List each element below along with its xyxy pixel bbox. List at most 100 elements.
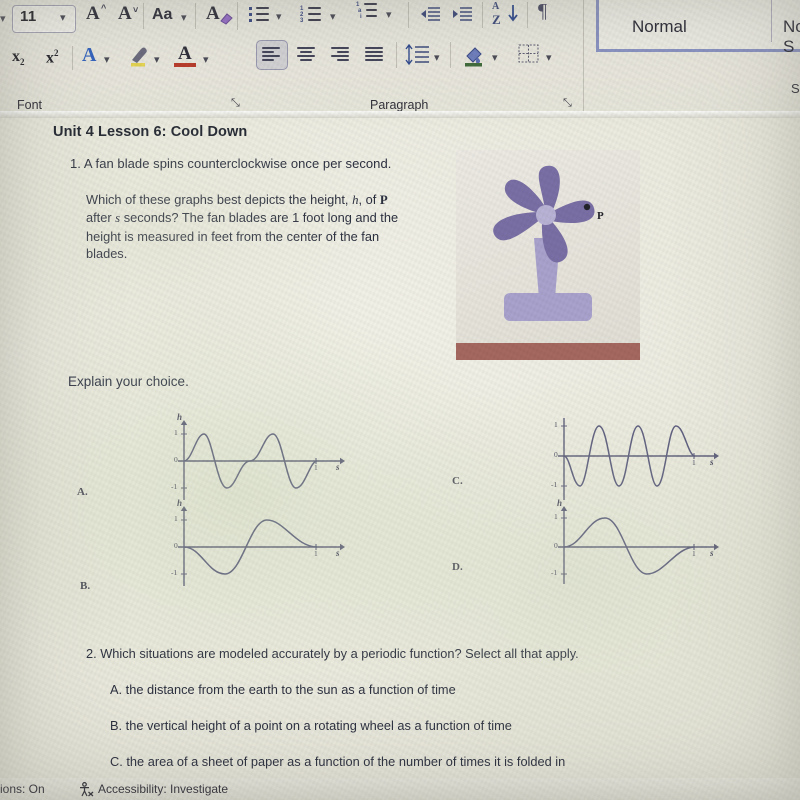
graph-d-ylabel: h (557, 498, 563, 508)
question-1-body: Which of these graphs best depicts the h… (86, 191, 446, 262)
graph-a: h 1 0 -1 1 s (170, 412, 350, 503)
sort-arrow-icon (508, 5, 518, 22)
bullets-chevron-icon[interactable]: ▾ (276, 12, 282, 23)
word-ribbon: ▾ 11 ▾ A ^ A ˅ Aa ▾ A ▾ 1 2 3 ▾ 1 a i ▾ … (0, 0, 800, 118)
divider (195, 3, 196, 29)
graph-b-ytick-1: 1 (174, 514, 178, 523)
question-2-prompt: 2. Which situations are modeled accurate… (86, 646, 579, 661)
borders-icon[interactable] (518, 44, 540, 64)
font-group-label: Font (17, 98, 43, 112)
paragraph-dialog-launcher[interactable]: ⤡ (563, 97, 572, 110)
superscript-button[interactable]: x2 (46, 48, 59, 67)
divider (527, 2, 528, 28)
question-2-option-c: C. the area of a sheet of paper as a fun… (110, 754, 566, 769)
graph-c: 1 0 -1 1 s (550, 416, 730, 503)
question-2-option-b: B. the vertical height of a point on a r… (110, 718, 512, 733)
style-no-spacing-label[interactable]: No S (783, 17, 800, 57)
graph-c-xlabel: s (710, 457, 714, 467)
graph-a-xlabel: s (336, 462, 340, 472)
borders-chevron-icon[interactable]: ▾ (546, 53, 552, 64)
graph-d-xlabel: s (710, 548, 714, 558)
graph-b-option-label: B. (80, 580, 91, 592)
graph-b: h 1 0 -1 1 s (170, 498, 350, 589)
highlight-icon[interactable] (128, 44, 152, 68)
shrink-font-button[interactable]: A (118, 3, 132, 25)
explain-prompt: Explain your choice. (68, 374, 189, 389)
point-p-label: P (597, 210, 604, 222)
text-effects-button[interactable]: A (82, 44, 96, 67)
highlight-chevron-icon[interactable]: ▾ (154, 55, 160, 66)
photo-of-screen: ▾ 11 ▾ A ^ A ˅ Aa ▾ A ▾ 1 2 3 ▾ 1 a i ▾ … (0, 0, 800, 800)
font-size-chevron-icon[interactable]: ▾ (60, 13, 66, 24)
graph-d-option-label: D. (452, 561, 463, 573)
style-normal-button[interactable] (596, 0, 800, 52)
increase-indent-icon[interactable] (452, 6, 474, 22)
numbered-list-icon[interactable]: 1 2 3 (300, 6, 322, 24)
graph-a-ylabel: h (177, 412, 183, 422)
graph-a-ytick-1: 1 (174, 428, 178, 437)
font-name-chevron-icon[interactable]: ▾ (0, 12, 6, 25)
divider (450, 42, 451, 68)
text-effects-chevron-icon[interactable]: ▾ (104, 55, 110, 66)
line-spacing-icon[interactable] (405, 44, 431, 66)
divider (482, 2, 483, 28)
sort-az-icon[interactable]: AZ (492, 1, 501, 28)
question-1-prompt: 1. A fan blade spins counterclockwise on… (70, 156, 392, 171)
page-title: Unit 4 Lesson 6: Cool Down (53, 124, 248, 140)
numbering-chevron-icon[interactable]: ▾ (330, 12, 336, 23)
change-case-chevron-icon[interactable]: ▾ (181, 13, 187, 24)
accessibility-icon (80, 782, 94, 797)
divider (396, 42, 397, 68)
clear-formatting-button[interactable]: A (206, 3, 220, 25)
subscript-button[interactable]: x2 (12, 48, 25, 67)
change-case-button[interactable]: Aa (152, 6, 172, 24)
graph-b-ylabel: h (177, 498, 183, 508)
graph-d-ytick-1: 1 (554, 512, 558, 521)
fan-illustration: P (456, 150, 640, 360)
multilevel-chevron-icon[interactable]: ▾ (386, 10, 392, 21)
font-color-swatch (174, 63, 196, 67)
multilevel-list-icon[interactable]: 1 a i (356, 2, 378, 20)
font-color-chevron-icon[interactable]: ▾ (203, 55, 209, 66)
graph-c-option-label: C. (452, 475, 463, 487)
graph-d-xtick-1: 1 (692, 549, 696, 558)
font-size-value: 11 (20, 8, 37, 25)
divider (583, 0, 584, 118)
align-left-icon (262, 46, 282, 62)
graph-a-xtick-1: 1 (314, 463, 318, 472)
status-suggestions-label[interactable]: ions: On (0, 782, 45, 796)
graph-b-ytick-neg1: -1 (171, 568, 178, 577)
font-color-button[interactable]: A (178, 43, 192, 65)
decrease-indent-icon[interactable] (420, 6, 442, 22)
shading-icon[interactable] (462, 44, 486, 68)
document-canvas[interactable]: Unit 4 Lesson 6: Cool Down 1. A fan blad… (0, 118, 800, 778)
shading-chevron-icon[interactable]: ▾ (492, 53, 498, 64)
variable-P: P (379, 193, 388, 207)
style-normal-label: Normal (632, 17, 687, 36)
font-dialog-launcher[interactable]: ⤡ (231, 97, 240, 110)
graph-d-ytick-neg1: -1 (551, 568, 558, 577)
fan-graphic (493, 165, 595, 321)
divider (771, 0, 772, 42)
graph-a-option-label: A. (77, 486, 88, 498)
q1-text-b: , of (358, 192, 380, 207)
line-spacing-chevron-icon[interactable]: ▾ (434, 53, 440, 64)
pilcrow-icon[interactable]: ¶ (538, 0, 547, 23)
shrink-font-caret-icon: ˅ (133, 5, 139, 15)
align-right-icon[interactable] (331, 46, 351, 62)
justify-icon[interactable] (365, 46, 385, 62)
divider (237, 2, 238, 30)
q1-text-e: height is measured in feet from the cent… (86, 228, 380, 244)
question-2-option-a: A. the distance from the earth to the su… (110, 682, 456, 697)
divider (72, 46, 73, 70)
bullet-list-icon[interactable] (248, 6, 270, 23)
align-center-icon[interactable] (297, 46, 317, 62)
status-bar: ions: On Accessibility: Investigate (0, 778, 800, 800)
graph-d-ytick-0: 0 (554, 541, 558, 550)
graph-b-xlabel: s (336, 548, 340, 558)
q1-text-d: seconds? The fan blades are 1 foot long … (120, 210, 399, 226)
q1-text-c: after (86, 210, 116, 226)
grow-font-button[interactable]: A (86, 3, 100, 25)
graph-b-xtick-1: 1 (314, 549, 318, 558)
accessibility-status[interactable]: Accessibility: Investigate (98, 782, 228, 796)
